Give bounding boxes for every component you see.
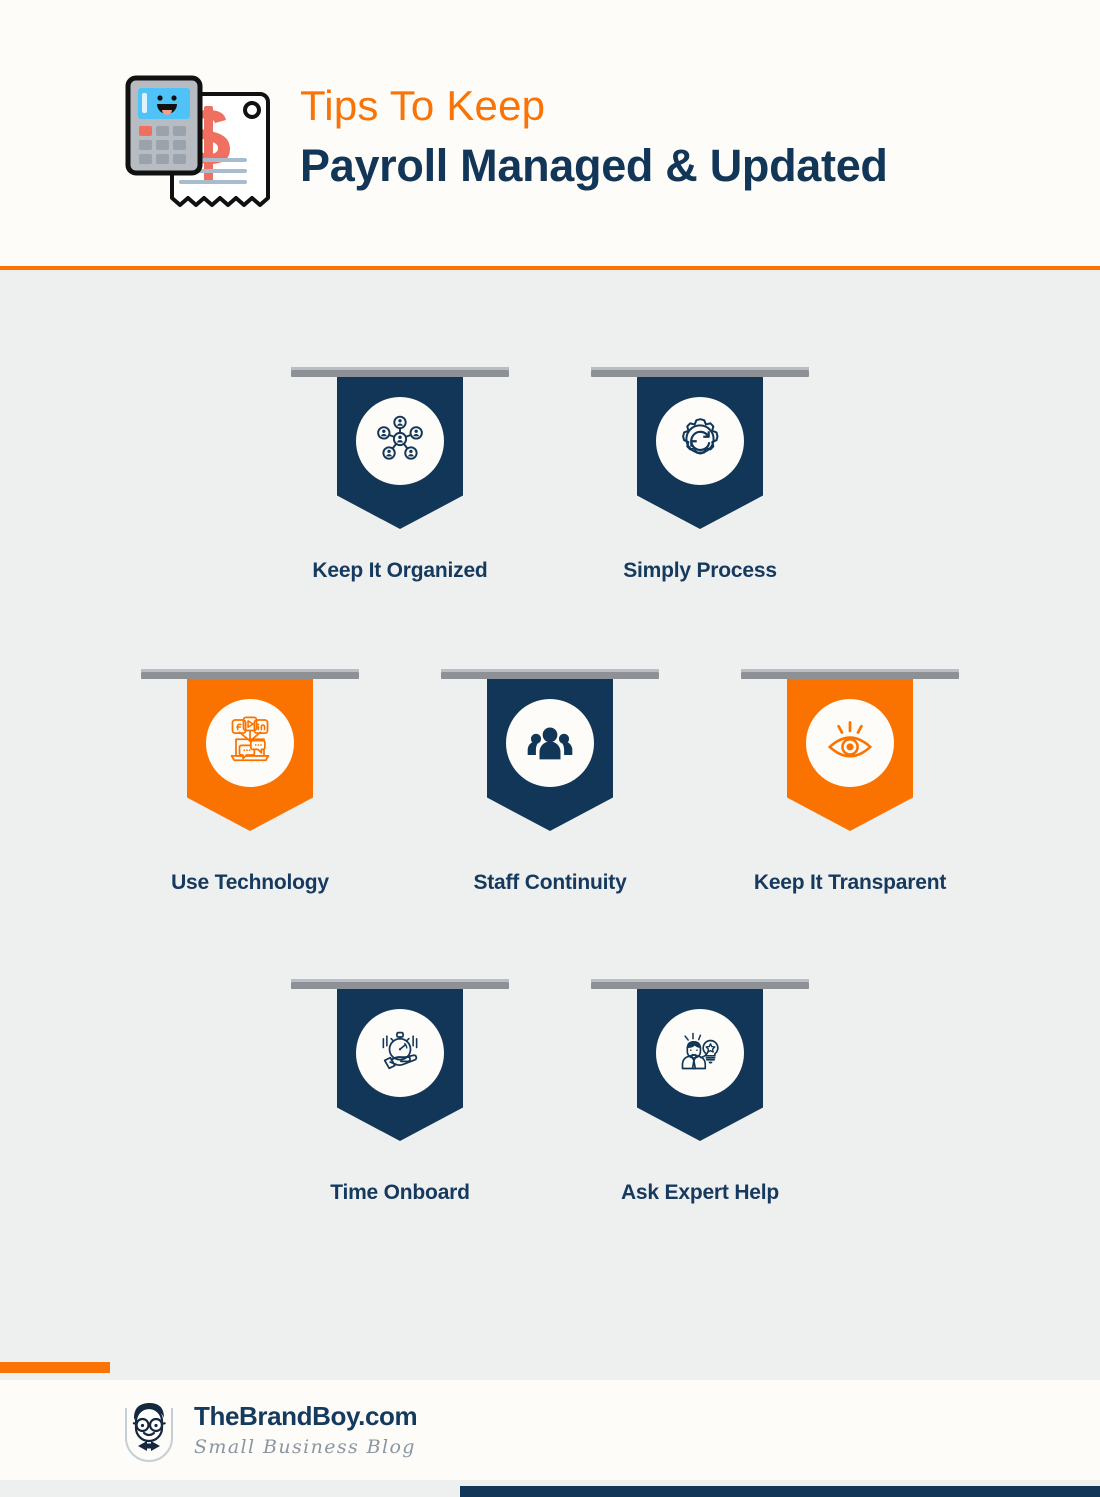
tip-label: Time Onboard [330, 1181, 470, 1204]
page-eyebrow-title: Tips To Keep [300, 82, 546, 129]
banner-shape [637, 377, 763, 529]
icon-disc [506, 699, 594, 787]
icon-disc [356, 1009, 444, 1097]
tip-label: Keep It Organized [312, 559, 488, 582]
gear-refresh-icon [671, 410, 729, 473]
laptop-social-media-icon [222, 713, 278, 774]
tips-row-2: Use Technology Staff Continuity Keep It … [0, 669, 1100, 895]
header: Tips To Keep Payroll Managed & Updated [0, 0, 1100, 268]
banner-shape [187, 679, 313, 831]
tip-label: Simply Process [623, 559, 777, 582]
icon-disc [806, 699, 894, 787]
tip-card-keep-it-organized[interactable]: Keep It Organized [250, 367, 550, 583]
banner-rod [741, 669, 959, 679]
tip-label: Use Technology [171, 871, 329, 894]
banner-rod [291, 979, 509, 989]
icon-disc [656, 397, 744, 485]
calculator-receipt-icon [112, 62, 277, 214]
tip-label: Staff Continuity [473, 871, 627, 894]
hand-stopwatch-icon [372, 1023, 428, 1084]
expert-lightbulb-icon [672, 1023, 728, 1084]
banner-rod [291, 367, 509, 377]
icon-disc [356, 397, 444, 485]
banner-rod [591, 367, 809, 377]
tip-card-staff-continuity[interactable]: Staff Continuity [400, 669, 700, 895]
tip-card-time-onboard[interactable]: Time Onboard [250, 979, 550, 1205]
banner-shape [337, 377, 463, 529]
banner-shape [337, 989, 463, 1141]
tip-card-simply-process[interactable]: Simply Process [550, 367, 850, 583]
header-titles: Tips To Keep Payroll Managed & Updated [300, 82, 888, 193]
tip-label: Ask Expert Help [620, 1181, 780, 1204]
banner-rod [141, 669, 359, 679]
header-divider [0, 266, 1100, 270]
tip-card-use-technology[interactable]: Use Technology [100, 669, 400, 895]
icon-disc [656, 1009, 744, 1097]
infographic-poster: Tips To Keep Payroll Managed & Updated K… [0, 0, 1100, 1497]
tips-row-3: Time Onboard Ask Expert Help [0, 979, 1100, 1205]
tips-board: Keep It Organized Simply Process Use Tec… [0, 272, 1100, 1350]
banner-shape [787, 679, 913, 831]
banner-rod [441, 669, 659, 679]
tip-card-keep-it-transparent[interactable]: Keep It Transparent [700, 669, 1000, 895]
banner-shape [637, 989, 763, 1141]
page-title: Payroll Managed & Updated [300, 139, 888, 191]
network-people-icon [372, 411, 428, 472]
icon-disc [206, 699, 294, 787]
brandboy-avatar-icon [118, 1394, 180, 1466]
tips-row-1: Keep It Organized Simply Process [0, 367, 1100, 583]
footer: TheBrandBoy.com Small Business Blog [0, 1380, 1100, 1480]
tip-card-ask-expert-help[interactable]: Ask Expert Help [550, 979, 850, 1205]
brand-tagline: Small Business Blog [194, 1435, 416, 1458]
tip-label: Keep It Transparent [753, 871, 947, 894]
footer-brand-text: TheBrandBoy.com Small Business Blog [194, 1401, 418, 1458]
footer-navy-accent [460, 1486, 1100, 1497]
footer-orange-accent [0, 1362, 110, 1373]
banner-rod [591, 979, 809, 989]
banner-shape [487, 679, 613, 831]
people-group-icon [522, 713, 578, 774]
brand-name: TheBrandBoy.com [194, 1401, 418, 1432]
eye-icon [823, 714, 877, 773]
